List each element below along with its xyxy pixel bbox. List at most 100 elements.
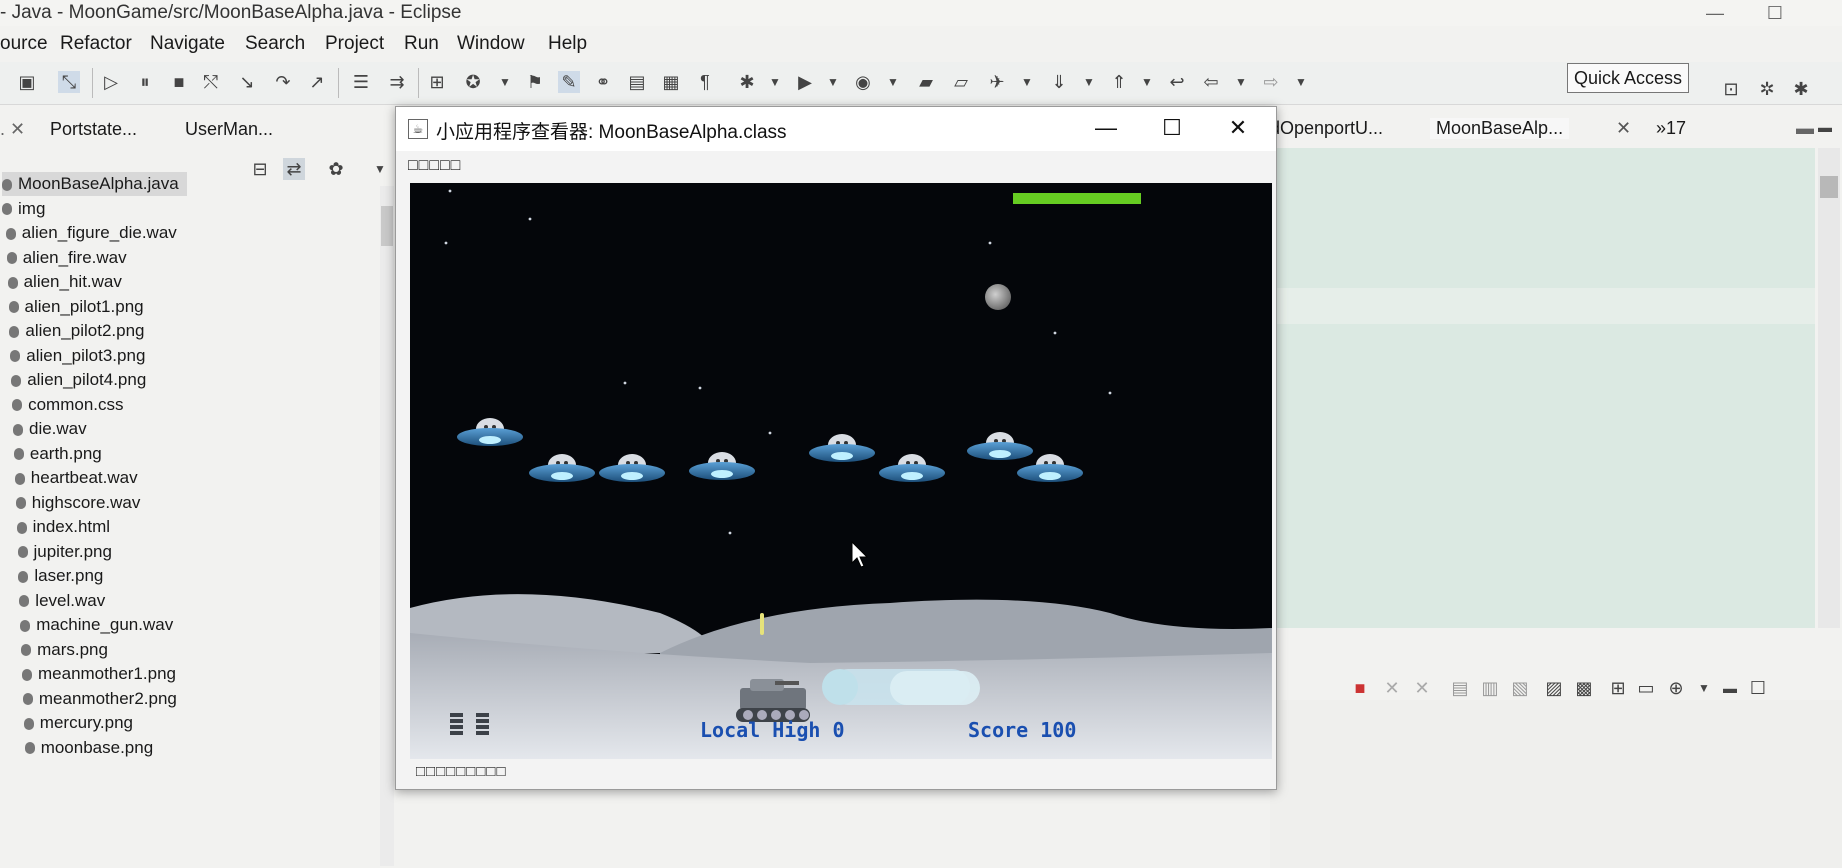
open-perspective-icon[interactable]: ⊡ [1720,78,1742,100]
menu-run[interactable]: Run [404,30,439,58]
word-wrap-icon[interactable]: ▧ [1509,677,1531,699]
external-tools-icon[interactable]: ◉ [852,71,874,93]
list-item[interactable]: index.html [16,515,110,539]
list-item[interactable]: alien_pilot3.png [10,344,145,368]
show-stdout-icon[interactable]: ▨ [1543,677,1565,699]
more-tabs-button[interactable]: »17 [1656,118,1686,139]
link-with-editor-icon[interactable]: ⇄ [283,158,305,180]
dropdown-icon[interactable]: ▼ [1136,71,1158,93]
terminate-icon[interactable]: ■ [1349,677,1371,699]
pin-console-icon[interactable]: ⊞ [1607,677,1629,699]
debug-perspective-icon[interactable]: ✱ [1790,78,1812,100]
close-button[interactable]: ✕ [1218,113,1258,143]
folder-icon[interactable]: ▱ [950,71,972,93]
drop-to-frame-icon[interactable]: ☰ [350,71,372,93]
close-icon[interactable]: ✕ [1616,118,1631,139]
list-item[interactable]: heartbeat.wav [14,466,138,490]
debug-icon[interactable]: ✪ [462,71,484,93]
scroll-lock-icon[interactable]: ▥ [1479,677,1501,699]
maximize-icon[interactable]: ☐ [1747,677,1769,699]
minimize-icon[interactable]: ▬ [1796,118,1814,139]
focus-icon[interactable]: ✿ [325,158,347,180]
dropdown-icon[interactable]: ▼ [764,71,786,93]
dropdown-icon[interactable]: ▼ [1230,71,1252,93]
list-item[interactable]: alien_pilot1.png [8,295,144,319]
list-item[interactable]: jupiter.png [17,540,112,564]
minimize-icon[interactable]: ▬ [1719,677,1741,699]
applet-title-bar[interactable]: ☕ 小应用程序查看器: MoonBaseAlpha.class — ☐ ✕ [396,107,1276,151]
list-item[interactable]: img [2,197,45,221]
forward-icon[interactable]: ⇨ [1260,71,1282,93]
menu-help[interactable]: Help [548,30,587,58]
dropdown-icon[interactable]: ▼ [1016,71,1038,93]
menu-window[interactable]: Window [457,30,525,58]
java-ee-perspective-icon[interactable]: ✲ [1756,78,1778,100]
remove-launch-icon[interactable]: ✕ [1381,677,1403,699]
console-icon[interactable]: ▣ [16,71,38,93]
maximize-icon[interactable]: ☐ [1760,0,1790,26]
highlight-icon[interactable]: ✎ [558,71,580,93]
list-item[interactable]: MoonBaseAlpha.java [2,172,187,196]
list-item[interactable]: meanmother1.png [22,662,176,686]
open-type-icon[interactable]: ⚑ [524,71,546,93]
explorer-scrollbar[interactable] [380,186,394,866]
step-over-icon[interactable]: ↷ [272,71,294,93]
minimize-icon[interactable]: — [1700,0,1730,26]
previous-annotation-icon[interactable]: ⇑ [1108,71,1130,93]
dropdown-icon[interactable]: ▼ [494,71,516,93]
code-editor[interactable] [1270,148,1815,628]
scroll-thumb[interactable] [381,206,393,246]
list-item[interactable]: mars.png [21,638,108,662]
show-whitespace-icon[interactable]: ▤ [626,71,648,93]
list-item[interactable]: moonbase.png [24,736,153,760]
menu-source[interactable]: ource [0,30,48,58]
list-item[interactable]: level.wav [19,589,105,613]
tab-moonbasealpha[interactable]: MoonBaseAlp... [1430,118,1570,139]
list-item[interactable]: highscore.wav [15,491,140,515]
dropdown-icon[interactable]: ▼ [882,71,904,93]
step-return-icon[interactable]: ↗ [306,71,328,93]
list-item[interactable]: alien_figure_die.wav [5,221,177,245]
menu-navigate[interactable]: Navigate [150,30,225,58]
console-view[interactable] [1270,700,1842,868]
quick-access-field[interactable]: Quick Access [1567,63,1689,93]
show-stderr-icon[interactable]: ▩ [1573,677,1595,699]
list-item[interactable]: laser.png [18,564,103,588]
link-icon[interactable]: ⚭ [592,71,614,93]
list-item[interactable]: meanmother2.png [22,687,177,711]
dropdown-icon[interactable]: ▼ [1078,71,1100,93]
tab-userman[interactable]: UserMan... [185,119,273,140]
list-item[interactable]: alien_pilot4.png [11,368,146,392]
list-item[interactable]: common.css [12,393,124,417]
tab-portstate[interactable]: Portstate... [50,119,137,140]
dropdown-icon[interactable]: ▼ [822,71,844,93]
tab-openport[interactable]: dOpenportU... [1270,118,1383,139]
list-item[interactable]: mercury.png [23,711,133,735]
dropdown-icon[interactable]: ▼ [1290,71,1312,93]
scroll-thumb[interactable] [1820,176,1838,198]
terminate-icon[interactable]: ■ [168,71,190,93]
list-item[interactable]: alien_hit.wav [7,270,122,294]
list-item[interactable]: alien_fire.wav [6,246,127,270]
display-console-icon[interactable]: ▭ [1635,677,1657,699]
skip-breakpoints-icon[interactable]: ⤡ [58,71,80,93]
search-tool-icon[interactable]: ✈ [986,71,1008,93]
clear-console-icon[interactable]: ▤ [1449,677,1471,699]
list-item[interactable]: alien_pilot2.png [9,319,145,343]
last-edit-icon[interactable]: ↩ [1166,71,1188,93]
menu-project[interactable]: Project [325,30,384,58]
list-item[interactable]: die.wav [13,417,87,441]
resume-icon[interactable]: ▷ [100,71,122,93]
open-folder-icon[interactable]: ▰ [915,71,937,93]
maximize-button[interactable]: ☐ [1152,113,1192,143]
open-console-icon[interactable]: ⊕ [1665,677,1687,699]
view-menu-icon[interactable]: ▼ [369,158,391,180]
next-annotation-icon[interactable]: ⇓ [1048,71,1070,93]
bug-icon[interactable]: ✱ [736,71,758,93]
run-icon[interactable]: ▶ [794,71,816,93]
menu-search[interactable]: Search [245,30,305,58]
suspend-icon[interactable]: ⏸ [134,71,156,93]
game-canvas[interactable]: Local High 0 Score 100 [410,183,1272,759]
back-icon[interactable]: ⇦ [1200,71,1222,93]
applet-menu[interactable]: □□□□□ [408,157,461,175]
